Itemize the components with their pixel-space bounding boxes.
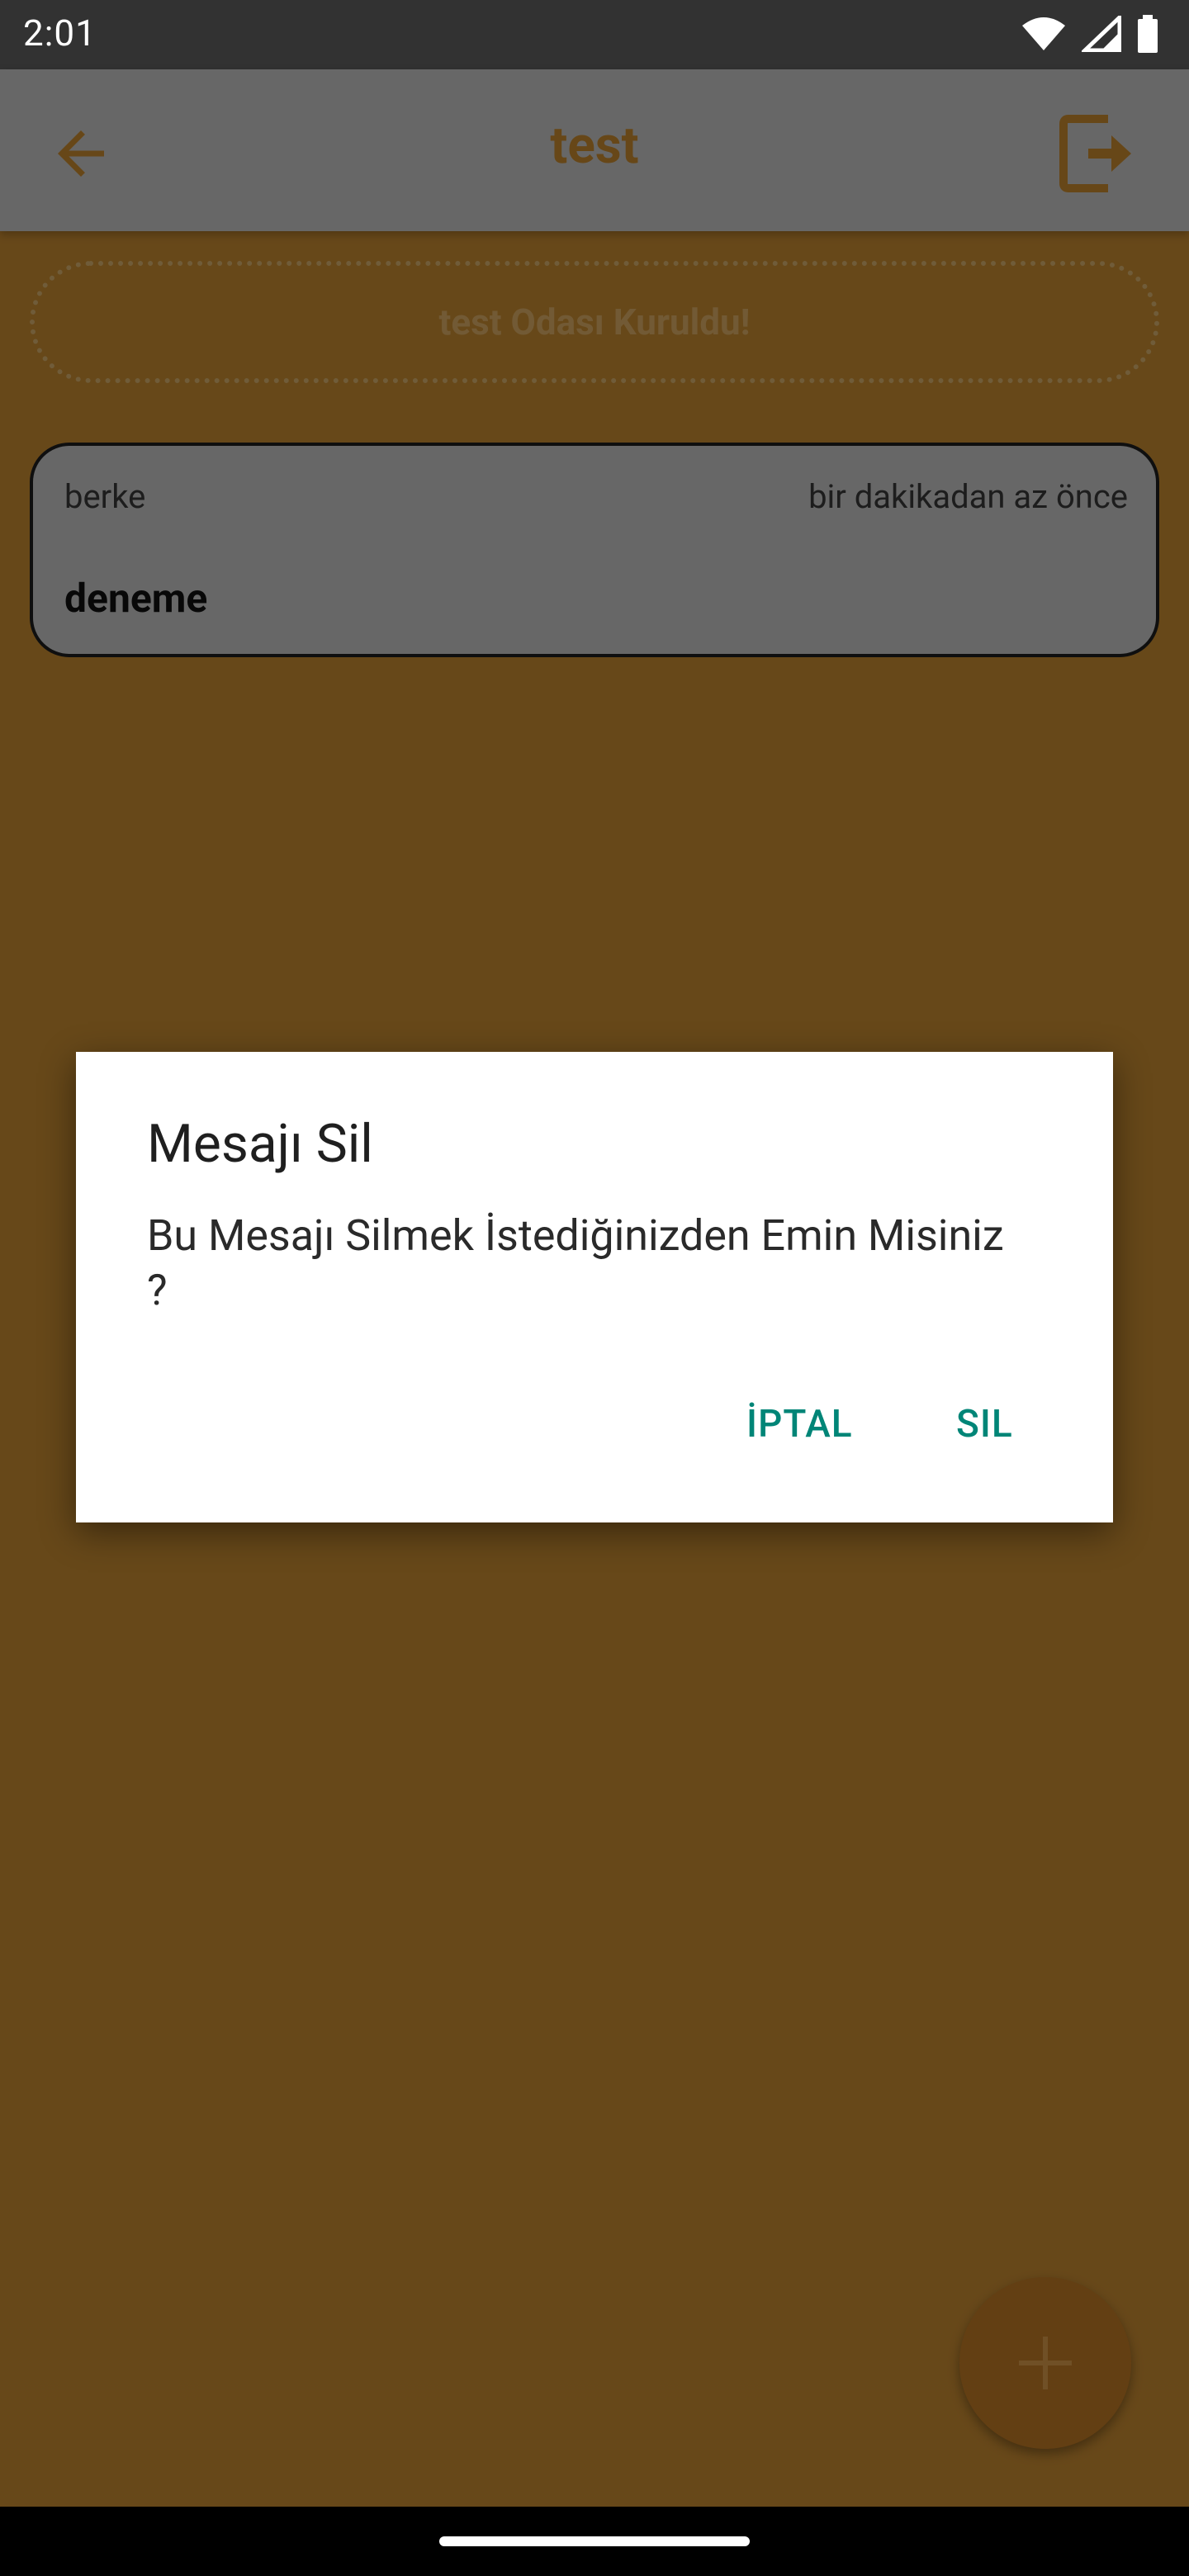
dialog-title: Mesajı Sil bbox=[147, 1113, 373, 1175]
battery-icon bbox=[1138, 15, 1158, 53]
home-handle[interactable] bbox=[439, 2536, 750, 2546]
dialog-message: Bu Mesajı Silmek İstediğinizden Emin Mis… bbox=[147, 1210, 1004, 1315]
signal-icon bbox=[1082, 16, 1121, 52]
status-bar: 2:01 bbox=[0, 0, 1189, 69]
status-icons bbox=[1021, 15, 1159, 53]
delete-button[interactable]: SIL bbox=[956, 1402, 1013, 1447]
delete-message-dialog: Mesajı Sil Bu Mesajı Silmek İstediğinizd… bbox=[76, 1052, 1113, 1522]
cancel-button[interactable]: İPTAL bbox=[746, 1402, 853, 1447]
system-nav-bar bbox=[0, 2507, 1189, 2576]
wifi-icon bbox=[1022, 17, 1065, 50]
status-time: 2:01 bbox=[23, 12, 97, 54]
